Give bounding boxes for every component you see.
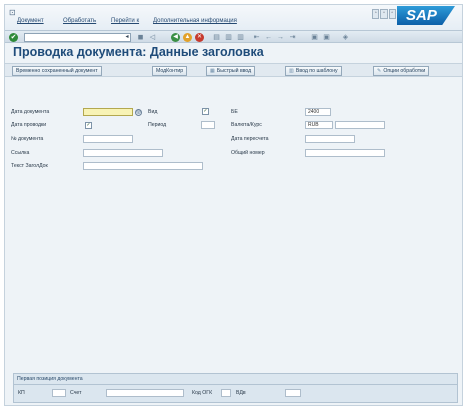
new-session-icon[interactable]: ▣ — [310, 33, 319, 42]
find-icon[interactable]: ▥ — [224, 33, 233, 42]
editing-options-label: Опции обработки — [383, 68, 426, 74]
check-icon[interactable]: ✔ — [9, 33, 18, 42]
account-label: Счет — [70, 390, 82, 396]
reference-label: Ссылка — [11, 150, 30, 156]
first-item-group: Первая позиция документа КП Счет Код ОГК… — [13, 373, 458, 403]
doc-date-field[interactable] — [83, 108, 133, 116]
calendar-help-icon[interactable]: ◎ — [135, 109, 142, 116]
exchange-rate-field[interactable] — [335, 121, 385, 129]
menu-goto[interactable]: Перейти к — [111, 18, 139, 24]
header-text-label: Текст ЗаголДок — [11, 163, 48, 169]
first-page-icon[interactable]: ⇤ — [252, 33, 261, 42]
maximize-button[interactable]: ▫ — [380, 9, 388, 19]
standard-toolbar: ✔ ◂ ◼ ◁ ◀ ▲ ✕ ▤ ▥ ▥ ⇤ ← → ⇥ ▣ ▣ ◈ — [5, 30, 462, 43]
posting-key-label: КП — [18, 390, 25, 396]
posting-date-label: Дата проводки — [11, 122, 47, 128]
edit-coding-button[interactable]: МодКонтир — [152, 66, 188, 76]
transaction-type-label: ВДв — [236, 390, 246, 396]
template-icon: ▥ — [289, 68, 294, 74]
group-divider — [14, 384, 457, 385]
menu-extras[interactable]: Дополнительная информация — [153, 18, 237, 24]
posting-key-field[interactable] — [52, 389, 66, 397]
parked-document-label: Временно сохраненный документ — [16, 68, 98, 74]
menu-document[interactable]: Документ — [17, 18, 44, 24]
find-next-icon[interactable]: ▥ — [236, 33, 245, 42]
company-code-field[interactable]: 2400 — [305, 108, 331, 116]
print-icon[interactable]: ▤ — [212, 33, 221, 42]
next-page-icon[interactable]: → — [276, 33, 285, 42]
doc-number-field[interactable] — [83, 135, 133, 143]
fast-entry-button[interactable]: ▦ Быстрый ввод — [206, 66, 256, 76]
window-controls: ▫ ▫ ▫ — [372, 9, 396, 19]
currency-field[interactable]: RUB — [305, 121, 333, 129]
parked-document-button[interactable]: Временно сохраненный документ — [12, 66, 102, 76]
currency-label: Валюта/Курс — [231, 122, 262, 128]
header-text-field[interactable] — [83, 162, 203, 170]
page-title: Проводка документа: Данные заголовка — [13, 45, 264, 59]
doc-type-checkbox[interactable]: ✓ — [202, 108, 209, 115]
editing-options-button[interactable]: ✎ Опции обработки — [373, 66, 430, 76]
back-nav-icon[interactable]: ◁ — [148, 33, 157, 42]
doc-type-label: Вид — [148, 109, 158, 115]
shortcut-icon[interactable]: ▣ — [322, 33, 331, 42]
application-toolbar: Временно сохраненный документ МодКонтир … — [5, 63, 462, 77]
back-icon[interactable]: ◀ — [171, 33, 180, 42]
last-page-icon[interactable]: ⇥ — [288, 33, 297, 42]
menu-edit[interactable]: Обработать — [63, 18, 96, 24]
fast-entry-icon: ▦ — [210, 68, 215, 74]
system-menu-icon[interactable]: ⊡ — [9, 8, 16, 17]
fast-entry-label: Быстрый ввод — [216, 68, 252, 74]
exit-icon[interactable]: ▲ — [183, 33, 192, 42]
save-icon[interactable]: ◼ — [136, 33, 145, 42]
posting-date-checkbox[interactable]: ✓ — [85, 122, 92, 129]
sap-logo: SAP — [397, 6, 455, 25]
pencil-icon: ✎ — [377, 68, 382, 74]
sgl-field[interactable] — [221, 389, 231, 397]
edit-coding-label: МодКонтир — [156, 68, 184, 74]
template-entry-label: Ввод по шаблону — [295, 68, 338, 74]
command-history-icon[interactable]: ◂ — [123, 33, 131, 42]
doc-date-label: Дата документа — [11, 109, 50, 115]
template-entry-button[interactable]: ▥ Ввод по шаблону — [285, 66, 342, 76]
prev-page-icon[interactable]: ← — [264, 33, 273, 42]
transaction-type-field[interactable] — [285, 389, 301, 397]
close-window-button[interactable]: ▫ — [388, 9, 396, 19]
translation-date-field[interactable] — [305, 135, 355, 143]
sgl-label: Код ОГК — [192, 390, 213, 396]
cancel-icon[interactable]: ✕ — [195, 33, 204, 42]
company-code-label: БЕ — [231, 109, 238, 115]
menu-bar: ⊡ Документ Обработать Перейти к Дополнит… — [5, 5, 462, 30]
translation-date-label: Дата пересчета — [231, 136, 269, 142]
sap-window: ⊡ Документ Обработать Перейти к Дополнит… — [4, 4, 463, 406]
title-bar: Проводка документа: Данные заголовка — [5, 43, 462, 62]
period-field[interactable] — [201, 121, 215, 129]
total-number-label: Общий номер — [231, 150, 265, 156]
command-field[interactable] — [24, 33, 131, 42]
first-item-title: Первая позиция документа — [17, 376, 83, 382]
reference-field[interactable] — [83, 149, 163, 157]
account-field[interactable] — [106, 389, 184, 397]
doc-number-label: № документа — [11, 136, 44, 142]
minimize-button[interactable]: ▫ — [372, 9, 380, 19]
period-label: Период — [148, 122, 167, 128]
total-number-field[interactable] — [305, 149, 385, 157]
help-icon[interactable]: ◈ — [341, 33, 350, 42]
